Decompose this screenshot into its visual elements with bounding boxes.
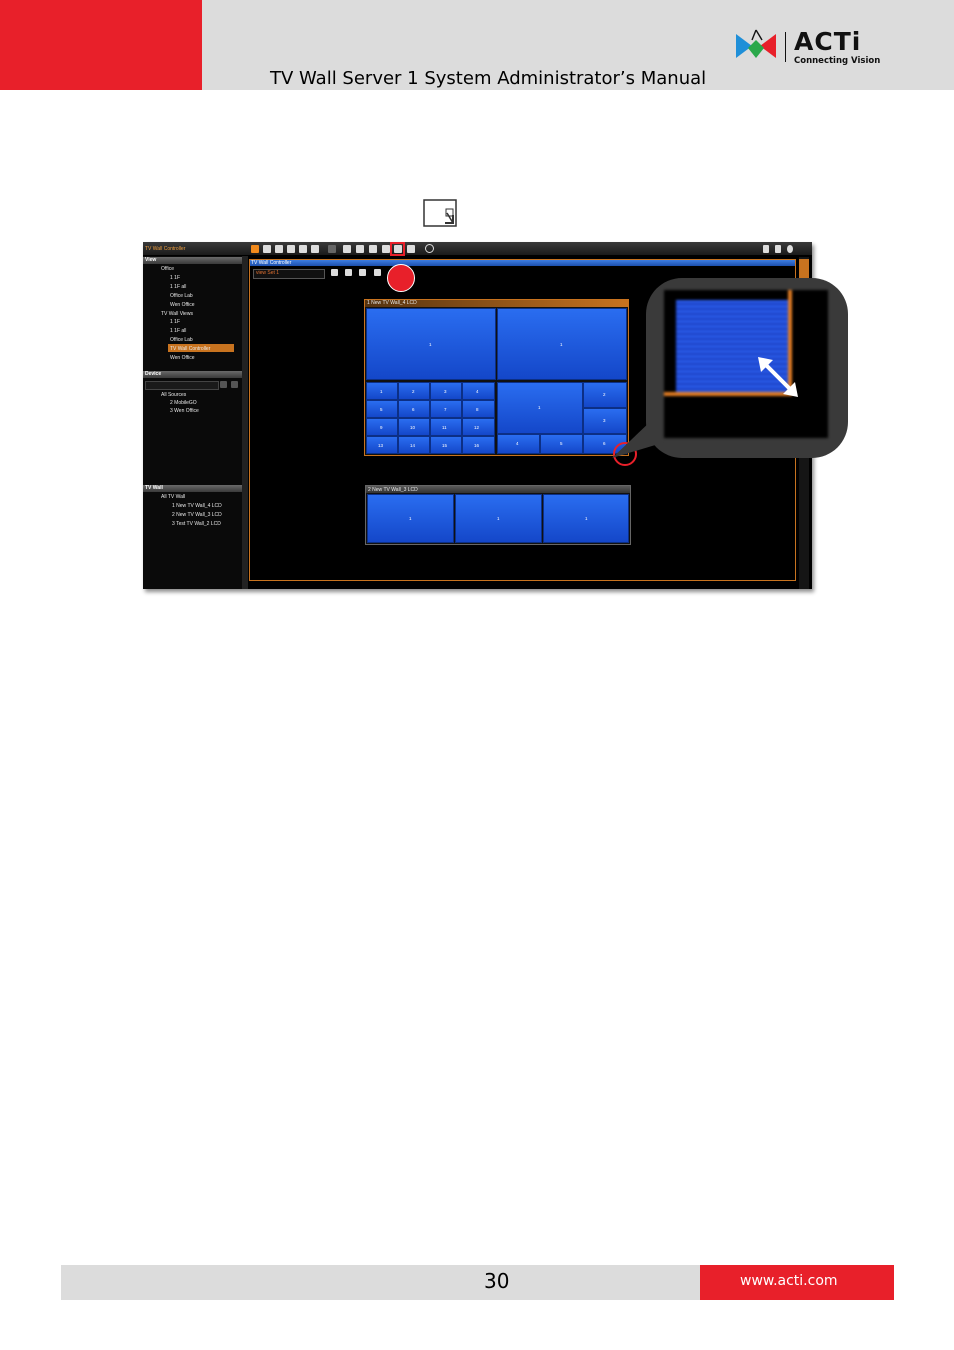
layout-4-button[interactable] xyxy=(263,245,271,253)
cell-label: 10 xyxy=(410,425,416,430)
zoom-content xyxy=(664,290,828,438)
cell-label: 1 xyxy=(409,516,412,521)
clear-icon[interactable] xyxy=(231,381,238,388)
app-title: TV Wall Controller xyxy=(145,246,186,252)
settings-icon[interactable] xyxy=(763,245,769,253)
layout-6-button[interactable] xyxy=(275,245,283,253)
resize-window-icon xyxy=(423,199,457,227)
tree-item[interactable]: Office Lab xyxy=(170,293,193,299)
layout-16-button[interactable] xyxy=(299,245,307,253)
tree-item[interactable]: 1 1F all xyxy=(170,284,186,290)
cell-label: 12 xyxy=(474,425,480,430)
tree-item[interactable]: 1 1F all xyxy=(170,328,186,334)
cell-label: 15 xyxy=(442,443,448,448)
cell-label: 3 xyxy=(603,418,606,423)
cell-label: 5 xyxy=(560,441,563,446)
view-panel-header xyxy=(143,257,242,264)
add-view-button[interactable] xyxy=(331,269,338,276)
cell-label: 3 xyxy=(444,389,447,394)
cell-label: 9 xyxy=(380,425,383,430)
layout-9-button[interactable] xyxy=(287,245,295,253)
tree-item[interactable]: 2 MobileGO xyxy=(170,400,197,406)
view-set-value: view Set 1 xyxy=(256,270,280,276)
cell-label: 1 xyxy=(538,405,541,410)
tree-item[interactable]: Wen Office xyxy=(170,302,195,308)
cell-label: 5 xyxy=(380,407,383,412)
resize-arrow-icon xyxy=(758,357,798,397)
tree-item-selected[interactable]: TV Wall Controller xyxy=(170,346,210,352)
app-top-bar xyxy=(143,242,812,255)
tree-item[interactable]: TV Wall Views xyxy=(161,311,193,317)
website-link[interactable]: www.acti.com xyxy=(740,1273,838,1289)
cell-label: 2 xyxy=(603,392,606,397)
tree-item[interactable]: 2 New TV Wall_3 LCD xyxy=(172,512,222,518)
document-title: TV Wall Server 1 System Administrator’s … xyxy=(270,68,707,89)
device-panel-title: Device xyxy=(145,371,162,377)
layout-1-button[interactable] xyxy=(251,245,259,253)
cell-label: 16 xyxy=(474,443,480,448)
refresh-icon[interactable] xyxy=(425,244,434,253)
edit-button-3[interactable] xyxy=(369,245,377,253)
cell-label: 11 xyxy=(442,425,447,430)
cell-label: 14 xyxy=(410,443,416,448)
logo-tagline: Connecting Vision xyxy=(794,56,881,66)
tree-item[interactable]: Office Lab xyxy=(170,337,193,343)
help-icon[interactable] xyxy=(787,245,793,253)
wall2-title: 2 New TV Wall_3 LCD xyxy=(368,487,418,493)
tree-item[interactable]: 1 1F xyxy=(170,319,180,325)
cell-label: 8 xyxy=(476,407,479,412)
logo-brand: ACTi xyxy=(794,27,862,56)
page-number: 30 xyxy=(484,1269,510,1293)
highlight-box xyxy=(390,242,405,256)
main-title: TV Wall Controller xyxy=(251,260,292,266)
zoom-callout-pointer xyxy=(612,420,672,458)
tree-item[interactable]: 3 Wen Office xyxy=(170,408,199,414)
edit-button-1[interactable] xyxy=(343,245,351,253)
tree-item[interactable]: 1 1F xyxy=(170,275,180,281)
edit-view-button[interactable] xyxy=(359,269,366,276)
view-panel-title: View xyxy=(145,257,157,263)
cell-label: 6 xyxy=(412,407,415,412)
cell-label: 1 xyxy=(585,516,588,521)
tree-item[interactable]: 1 New TV Wall_4 LCD xyxy=(172,503,222,509)
cell-label: 2 xyxy=(412,389,415,394)
cell-label: 6 xyxy=(603,441,606,446)
edit-button-5[interactable] xyxy=(407,245,415,253)
edit-button-2[interactable] xyxy=(356,245,364,253)
save-view-button[interactable] xyxy=(345,269,352,276)
cell-label: 4 xyxy=(516,441,519,446)
tvwall-panel-title: TV Wall xyxy=(145,485,163,491)
document-icon[interactable] xyxy=(775,245,781,253)
cell-label: 1 xyxy=(429,342,432,347)
delete-view-button[interactable] xyxy=(374,269,381,276)
cell-label: 13 xyxy=(378,443,384,448)
tree-item[interactable]: All Sources xyxy=(161,392,186,398)
main-title-bar xyxy=(250,260,795,266)
header-red-block xyxy=(0,0,202,90)
tree-item[interactable]: All TV Wall xyxy=(161,494,185,500)
toolbar-disabled-button xyxy=(328,245,336,253)
tree-item[interactable]: Wen Office xyxy=(170,355,195,361)
cell-label: 4 xyxy=(476,389,479,394)
tree-item[interactable]: Office xyxy=(161,266,174,272)
left-panel-scrollbar[interactable] xyxy=(242,256,248,589)
cell-label: 1 xyxy=(497,516,500,521)
tree-item[interactable]: 3 Test TV Wall_2 LCD xyxy=(172,521,221,527)
wall1-title: 1 New TV Wall_4 LCD xyxy=(367,300,417,306)
step-marker xyxy=(387,264,415,292)
cell-label: 7 xyxy=(444,407,447,412)
edit-button-4[interactable] xyxy=(382,245,390,253)
layout-custom-button[interactable] xyxy=(311,245,319,253)
search-icon[interactable] xyxy=(220,381,227,388)
device-search-input[interactable] xyxy=(145,381,219,390)
cell-label: 1 xyxy=(560,342,563,347)
cell-label: 1 xyxy=(380,389,383,394)
logo-separator xyxy=(785,32,786,62)
